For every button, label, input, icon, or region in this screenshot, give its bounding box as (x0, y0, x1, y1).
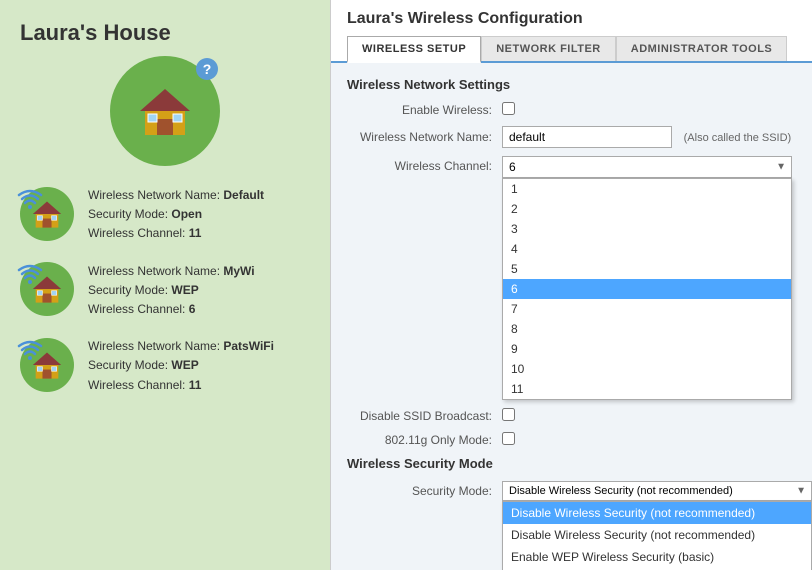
network-icon-wrap-2 (20, 338, 76, 394)
security-mode-control: Disable Wireless Security (not recommend… (502, 481, 812, 501)
tab-1[interactable]: NETWORK FILTER (481, 36, 616, 61)
security-selected-value: Disable Wireless Security (not recommend… (509, 485, 733, 497)
channel-option-11[interactable]: 11 (503, 379, 791, 399)
network-name-input[interactable] (502, 126, 672, 148)
channel-dropdown-arrow: ▼ (776, 162, 786, 173)
network-name-row: Wireless Network Name: (Also called the … (347, 126, 812, 148)
security-dropdown-list: Disable Wireless Security (not recommend… (502, 501, 812, 570)
channel-option-4[interactable]: 4 (503, 239, 791, 259)
security-dropdown-arrow: ▼ (796, 486, 806, 497)
network-list: Wireless Network Name: Default Security … (20, 186, 310, 395)
disable-ssid-label: Disable SSID Broadcast: (347, 409, 502, 423)
channel-option-8[interactable]: 8 (503, 319, 791, 339)
network-details-0: Wireless Network Name: Default Security … (88, 186, 264, 244)
network-item-2: Wireless Network Name: PatsWiFi Security… (20, 337, 310, 395)
mode-label: 802.11g Only Mode: (347, 433, 502, 447)
panel-title: Laura's Wireless Configuration (347, 10, 812, 28)
wifi-signal-0 (16, 185, 44, 218)
enable-wireless-control (502, 102, 812, 118)
network-name-label: Wireless Network Name: (347, 130, 502, 144)
network-icon-wrap-1 (20, 262, 76, 318)
channel-row: Wireless Channel: 6 ▼ 1234567891011 (347, 156, 812, 178)
right-panel: Laura's Wireless Configuration WIRELESS … (330, 0, 812, 570)
tab-2[interactable]: ADMINISTRATOR TOOLS (616, 36, 788, 61)
security-option-0[interactable]: Disable Wireless Security (not recommend… (503, 502, 811, 524)
enable-wireless-checkbox[interactable] (502, 102, 515, 115)
network-details-2: Wireless Network Name: PatsWiFi Security… (88, 337, 274, 395)
channel-dropdown[interactable]: 6 ▼ (502, 156, 792, 178)
channel-option-9[interactable]: 9 (503, 339, 791, 359)
network-details-1: Wireless Network Name: MyWi Security Mod… (88, 262, 255, 320)
channel-option-10[interactable]: 10 (503, 359, 791, 379)
question-badge: ? (196, 58, 218, 80)
wifi-signal-1 (16, 260, 44, 293)
mode-row: 802.11g Only Mode: (347, 432, 812, 448)
channel-control: 6 ▼ 1234567891011 (502, 156, 812, 178)
mode-checkbox[interactable] (502, 432, 515, 445)
channel-option-2[interactable]: 2 (503, 199, 791, 219)
tab-0[interactable]: WIRELESS SETUP (347, 36, 481, 63)
disable-ssid-checkbox[interactable] (502, 408, 515, 421)
security-option-1[interactable]: Disable Wireless Security (not recommend… (503, 524, 811, 546)
panel-content: Wireless Network Settings Enable Wireles… (331, 63, 812, 570)
network-name-control: (Also called the SSID) (502, 126, 812, 148)
panel-header: Laura's Wireless Configuration WIRELESS … (331, 0, 812, 63)
channel-dropdown-wrapper: 6 ▼ 1234567891011 (502, 156, 792, 178)
channel-option-1[interactable]: 1 (503, 179, 791, 199)
page-title: Laura's House (20, 20, 310, 46)
enable-wireless-row: Enable Wireless: (347, 102, 812, 118)
disable-ssid-control (502, 408, 812, 424)
channel-option-3[interactable]: 3 (503, 219, 791, 239)
channel-label: Wireless Channel: (347, 156, 502, 173)
channel-dropdown-list: 1234567891011 (502, 178, 792, 400)
network-item-1: Wireless Network Name: MyWi Security Mod… (20, 262, 310, 320)
security-option-2[interactable]: Enable WEP Wireless Security (basic) (503, 546, 811, 568)
wireless-settings-title: Wireless Network Settings (347, 77, 812, 92)
channel-option-7[interactable]: 7 (503, 299, 791, 319)
tabs: WIRELESS SETUPNETWORK FILTERADMINISTRATO… (347, 36, 812, 61)
ssid-hint: (Also called the SSID) (684, 132, 792, 144)
network-item-0: Wireless Network Name: Default Security … (20, 186, 310, 244)
mode-control (502, 432, 812, 448)
security-mode-label: Security Mode: (347, 481, 502, 498)
security-mode-row: Security Mode: Disable Wireless Security… (347, 481, 812, 501)
hero-house-icon: ? (110, 56, 220, 166)
left-panel: Laura's House ? (0, 0, 330, 570)
security-dropdown-wrapper: Disable Wireless Security (not recommend… (502, 481, 812, 501)
hero-house-svg (135, 81, 195, 141)
security-dropdown[interactable]: Disable Wireless Security (not recommend… (502, 481, 812, 501)
wifi-signal-2 (16, 336, 44, 369)
enable-wireless-label: Enable Wireless: (347, 103, 502, 117)
channel-option-5[interactable]: 5 (503, 259, 791, 279)
disable-ssid-row: Disable SSID Broadcast: (347, 408, 812, 424)
security-section-title: Wireless Security Mode (347, 456, 812, 471)
channel-option-6[interactable]: 6 (503, 279, 791, 299)
channel-selected-value: 6 (509, 160, 516, 174)
network-icon-wrap-0 (20, 187, 76, 243)
